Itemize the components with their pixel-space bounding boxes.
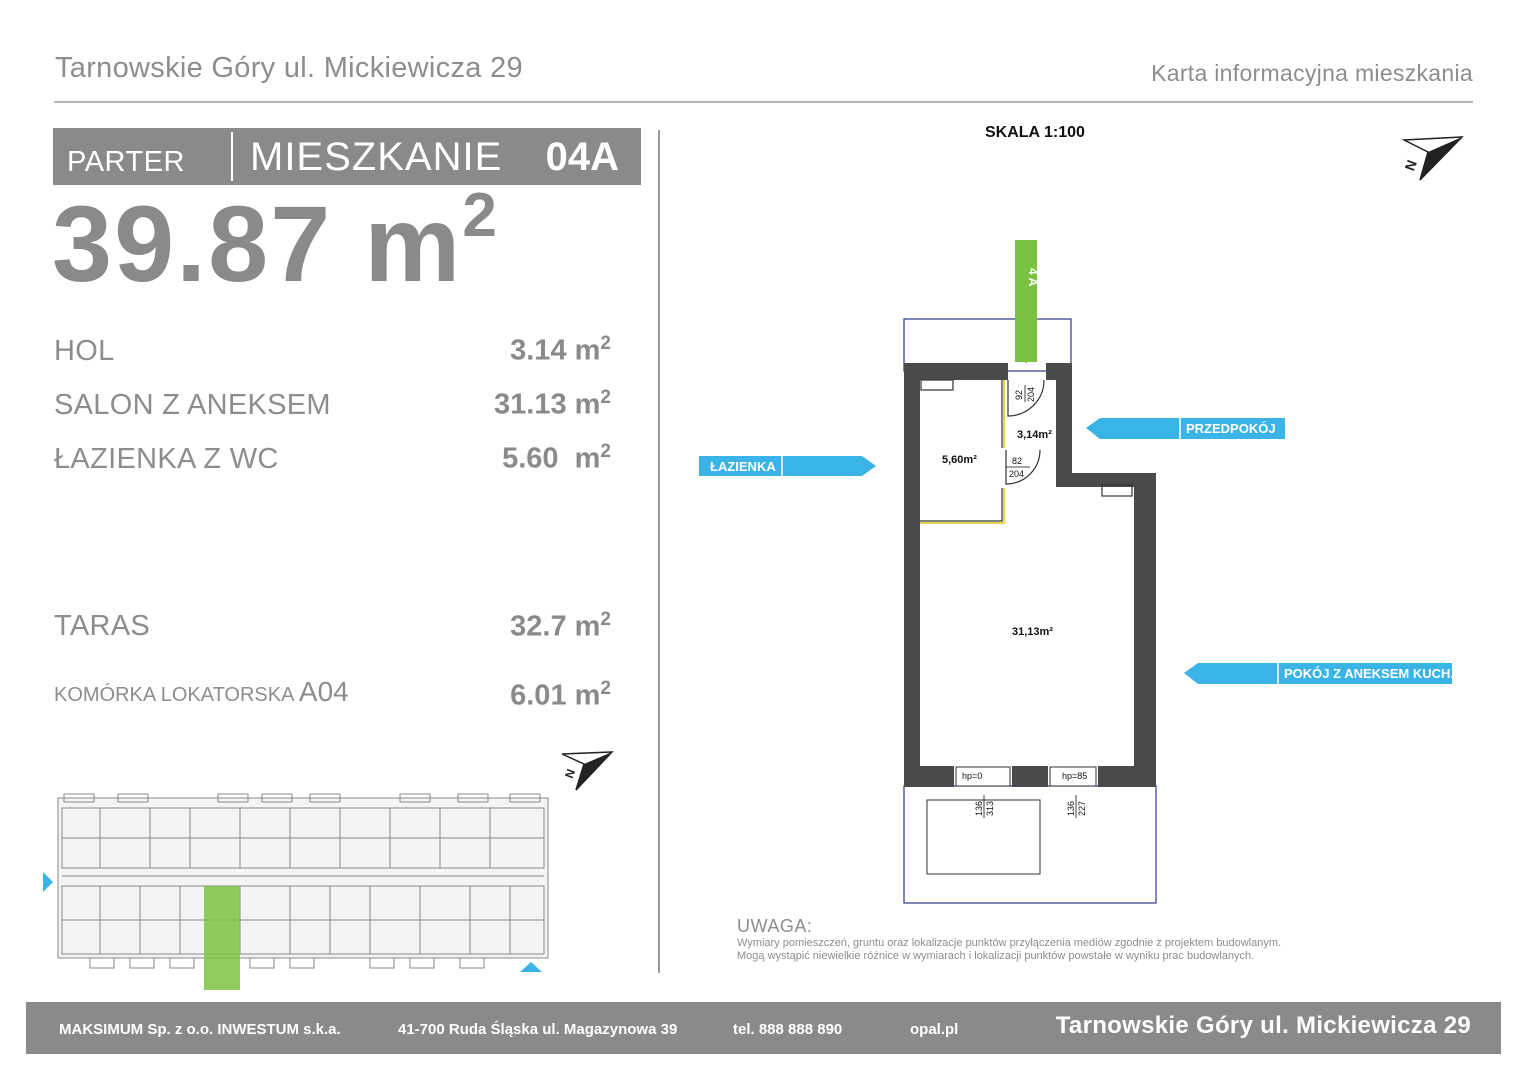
- room-area-hol-value: 3.14 m: [510, 334, 601, 367]
- svg-text:N: N: [1401, 158, 1419, 173]
- north-arrow-icon: N: [1401, 136, 1464, 181]
- terrace-area-value: 32.7 m: [510, 610, 601, 643]
- header-document-type: Karta informacyjna mieszkania: [1151, 60, 1473, 86]
- room-name-hol: HOL: [54, 335, 115, 367]
- apartment-floor-plan: 4 A 5,60m² 3,14m² 31,13m² 92 204 82 204 …: [699, 240, 1454, 904]
- room-area-label-hall: 3,14m²: [1017, 429, 1052, 441]
- room-area-label-bath: 5,60m²: [942, 454, 977, 466]
- footer-bar: MAKSIMUM Sp. z o.o. INWESTUM s.k.a. 41-7…: [26, 1002, 1501, 1054]
- svg-text:N: N: [562, 767, 578, 780]
- room-area-label-living: 31,13m²: [1012, 626, 1053, 638]
- storage-area-sup: 2: [600, 678, 611, 699]
- section-divider: [658, 130, 660, 973]
- footer-location: Tarnowskie Góry ul. Mickiewicza 29: [1055, 1012, 1471, 1039]
- total-area: 39.87 m2: [52, 181, 499, 304]
- room-name-lazienka: ŁAZIENKA Z WC: [54, 443, 279, 475]
- total-area-value: 39.87 m: [52, 183, 463, 304]
- door-1-height: 204: [1026, 387, 1036, 402]
- building-key-plan: [43, 793, 549, 990]
- floor-label: PARTER: [67, 146, 185, 178]
- apartment-label: MIESZKANIE: [250, 135, 503, 179]
- unit-tag: 4 A: [1026, 268, 1040, 287]
- note-title: UWAGA:: [737, 916, 813, 936]
- footer-phone[interactable]: tel. 888 888 890: [733, 1021, 842, 1038]
- apartment-title-bar: PARTER MIESZKANIE 04A: [53, 128, 641, 185]
- callout-lazienka: ŁAZIENKA: [699, 456, 876, 476]
- storage-area-value: 6.01 m: [510, 679, 601, 712]
- storage-label: KOMÓRKA LOKATORSKA: [54, 684, 294, 706]
- door-2-height: 204: [1009, 469, 1024, 479]
- window-1-height: 313: [985, 801, 995, 816]
- door-1-width: 92: [1014, 390, 1024, 400]
- header-divider: [54, 101, 1473, 103]
- footer-address: 41-700 Ruda Śląska ul. Magazynowa 39: [398, 1021, 678, 1038]
- terrace-area-sup: 2: [600, 609, 611, 630]
- window-2-height: 227: [1077, 801, 1087, 816]
- north-arrow-icon: N: [561, 751, 614, 791]
- title-separator: [231, 132, 233, 181]
- window-1-width: 136: [974, 801, 984, 816]
- callout-pokoj-label: POKÓJ Z ANEKSEM KUCH.: [1284, 666, 1454, 681]
- window-2-hp: hp=85: [1062, 771, 1087, 781]
- callout-przedpokoj: PRZEDPOKÓJ: [1086, 418, 1285, 439]
- callout-przedpokoj-label: PRZEDPOKÓJ: [1186, 421, 1276, 436]
- window-1-hp: hp=0: [962, 771, 982, 781]
- room-area-lazienka-value: 5.60 m: [502, 442, 601, 475]
- room-area-lazienka-sup: 2: [600, 441, 611, 462]
- storage-name: KOMÓRKA LOKATORSKA A04: [54, 676, 349, 708]
- room-area-lazienka: 5.60 m2: [391, 441, 611, 476]
- storage-area: 6.01 m2: [391, 678, 611, 713]
- storage-code: A04: [298, 676, 349, 707]
- terrace-area: 32.7 m2: [391, 609, 611, 644]
- room-area-hol-sup: 2: [600, 333, 611, 354]
- room-name-salon: SALON Z ANEKSEM: [54, 389, 331, 421]
- note-line-1: Wymiary pomieszczeń, gruntu oraz lokaliz…: [737, 937, 1282, 949]
- callout-lazienka-label: ŁAZIENKA: [710, 459, 776, 474]
- header-location: Tarnowskie Góry ul. Mickiewicza 29: [55, 52, 523, 84]
- footer-company: MAKSIMUM Sp. z o.o. INWESTUM s.k.a.: [59, 1021, 341, 1038]
- terrace-name: TARAS: [54, 610, 151, 642]
- room-area-salon: 31.13 m2: [391, 387, 611, 422]
- callout-pokoj: POKÓJ Z ANEKSEM KUCH.: [1184, 663, 1454, 684]
- apartment-number: 04A: [545, 135, 619, 179]
- door-2-width: 82: [1012, 456, 1022, 466]
- room-area-hol: 3.14 m2: [391, 333, 611, 368]
- room-area-salon-value: 31.13 m: [494, 388, 601, 421]
- footer-website[interactable]: opal.pl: [910, 1021, 958, 1038]
- window-2-width: 136: [1066, 801, 1076, 816]
- plan-scale: SKALA 1:100: [985, 124, 1085, 141]
- room-area-salon-sup: 2: [600, 387, 611, 408]
- total-area-unit-sup: 2: [462, 181, 499, 250]
- note-line-2: Mogą wystąpić niewielkie różnice w wymia…: [737, 950, 1255, 962]
